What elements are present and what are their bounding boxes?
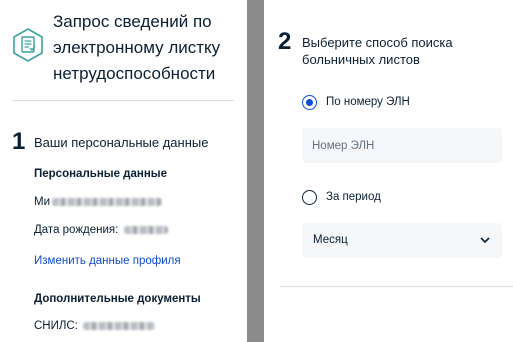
snils: СНИЛС: <box>34 320 156 332</box>
step-number: 2 <box>278 28 292 55</box>
document-icon <box>13 28 43 62</box>
birth-date: Дата рождения: <box>34 224 168 236</box>
radio-by-period[interactable] <box>302 190 317 205</box>
snils-label: СНИЛС: <box>34 320 78 332</box>
divider <box>280 286 513 287</box>
personal-data-heading: Персональные данные <box>34 168 167 180</box>
redacted-snils <box>83 321 156 330</box>
step-number: 1 <box>12 128 26 155</box>
divider <box>12 100 234 101</box>
radio-by-eln-label[interactable]: По номеру ЭЛН <box>326 96 410 108</box>
eln-number-input[interactable] <box>302 128 502 163</box>
redacted-name <box>52 197 163 206</box>
panel-separator <box>247 0 264 342</box>
user-name-prefix: Ми <box>34 196 51 208</box>
period-select[interactable]: Месяц <box>302 223 502 258</box>
radio-by-eln[interactable] <box>302 95 317 110</box>
step-title: Ваши персональные данные <box>34 135 209 150</box>
edit-profile-link[interactable]: Изменить данные профиля <box>34 255 181 267</box>
step-title: Выберите способ поиска больничных листов <box>302 35 453 67</box>
chevron-down-icon <box>480 237 490 244</box>
period-select-value: Месяц <box>313 234 348 246</box>
radio-by-period-label[interactable]: За период <box>326 191 381 203</box>
redacted-birth-date <box>123 225 168 234</box>
page-title: Запрос сведений по электронному листку н… <box>53 12 221 83</box>
user-name: Ми <box>34 196 163 208</box>
left-panel: Запрос сведений по электронному листку н… <box>0 0 247 342</box>
extra-documents-heading: Дополнительные документы <box>34 293 201 305</box>
birth-date-label: Дата рождения: <box>34 224 119 236</box>
